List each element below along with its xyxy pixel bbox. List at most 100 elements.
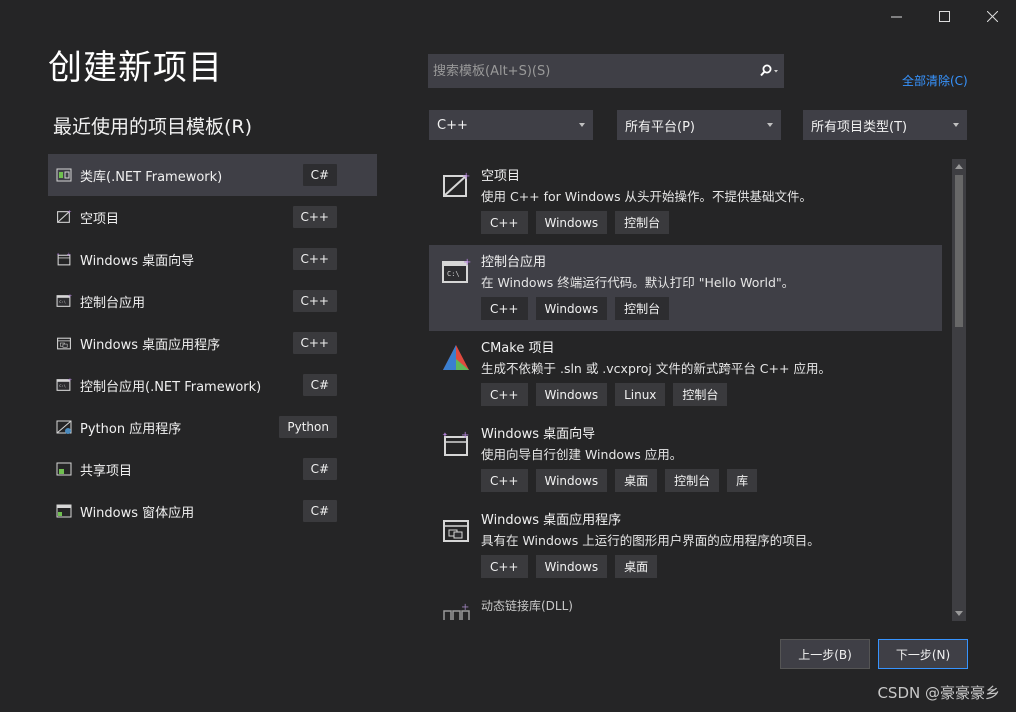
- recent-template-label: 控制台应用: [80, 295, 146, 311]
- recent-template-item[interactable]: 类库(.NET Framework) C#: [48, 154, 377, 196]
- scroll-down-icon[interactable]: [955, 611, 963, 616]
- template-description: 使用向导自行创建 Windows 应用。: [481, 447, 683, 462]
- console-app-icon: C:\ +: [56, 377, 72, 393]
- window-controls: [872, 0, 1016, 32]
- search-icon[interactable]: [753, 55, 783, 87]
- recent-template-label: 类库(.NET Framework): [80, 169, 223, 185]
- svg-text:+: +: [67, 209, 71, 215]
- language-badge: C++: [292, 206, 337, 228]
- template-name: Windows 桌面向导: [481, 427, 596, 442]
- svg-text:C:\: C:\: [447, 270, 460, 278]
- template-tag: C++: [481, 211, 528, 234]
- project-type-filter[interactable]: 所有项目类型(T): [803, 110, 967, 140]
- recent-template-item[interactable]: Python 应用程序 Python: [48, 406, 377, 448]
- chevron-down-icon: [953, 123, 959, 127]
- close-button[interactable]: [968, 0, 1016, 32]
- template-name: 动态链接库(DLL): [481, 599, 573, 613]
- watermark: CSDN @豪豪豪乡: [877, 684, 1000, 702]
- chevron-down-icon: [579, 123, 585, 127]
- console-app-icon: C:\ +: [56, 293, 72, 309]
- template-description: 在 Windows 终端运行代码。默认打印 "Hello World"。: [481, 275, 795, 290]
- template-item[interactable]: Windows 桌面应用程序具有在 Windows 上运行的图形用户界面的应用程…: [429, 503, 942, 589]
- maximize-icon: [938, 10, 950, 22]
- template-tag: Windows: [535, 211, 608, 234]
- recent-template-label: 控制台应用(.NET Framework): [80, 379, 262, 395]
- platform-filter[interactable]: 所有平台(P): [617, 110, 781, 140]
- page-title: 创建新项目: [48, 48, 223, 88]
- class-library-icon: [56, 167, 72, 183]
- template-list-scrollbar[interactable]: [952, 159, 966, 621]
- search-input[interactable]: [429, 55, 753, 87]
- console-app-icon: C:\ +: [441, 257, 471, 287]
- template-description: 使用 C++ for Windows 从头开始操作。不提供基础文件。: [481, 189, 813, 204]
- svg-text:C:\: C:\: [59, 384, 66, 388]
- template-tags: C++ Windows 桌面: [481, 555, 942, 578]
- language-badge: C#: [302, 374, 337, 396]
- dll-icon: +: [441, 601, 471, 620]
- empty-project-icon: +: [56, 209, 72, 225]
- template-tag: C++: [481, 469, 528, 492]
- maximize-button[interactable]: [920, 0, 968, 32]
- scroll-up-icon[interactable]: [955, 164, 963, 169]
- template-tag: Windows: [535, 469, 608, 492]
- language-badge: C#: [302, 164, 337, 186]
- recent-template-item[interactable]: C:\ + 控制台应用 C++: [48, 280, 377, 322]
- close-icon: [986, 10, 998, 22]
- template-tag: Windows: [535, 383, 608, 406]
- recent-template-item[interactable]: 共享项目 C#: [48, 448, 377, 490]
- template-description: 具有在 Windows 上运行的图形用户界面的应用程序的项目。: [481, 533, 820, 548]
- template-name: 控制台应用: [481, 255, 547, 270]
- template-tags: C++ Windows 控制台: [481, 297, 942, 320]
- desktop-wizard-icon: + ✦: [441, 429, 471, 459]
- svg-text:+: +: [67, 252, 71, 258]
- clear-all-link[interactable]: 全部清除(C): [902, 72, 968, 89]
- back-button[interactable]: 上一步(B): [780, 639, 870, 669]
- template-item[interactable]: C:\ + 控制台应用在 Windows 终端运行代码。默认打印 "Hello Wo…: [429, 245, 942, 331]
- minimize-button[interactable]: [872, 0, 920, 32]
- language-badge: C++: [292, 290, 337, 312]
- template-tag: Windows: [535, 297, 608, 320]
- recent-templates-heading: 最近使用的项目模板(R): [53, 116, 253, 138]
- recent-template-item[interactable]: + 空项目 C++: [48, 196, 377, 238]
- project-type-filter-value: 所有项目类型(T): [811, 119, 908, 135]
- scrollbar-thumb[interactable]: [955, 175, 963, 327]
- template-list: + 空项目使用 C++ for Windows 从头开始操作。不提供基础文件。 C+…: [429, 159, 942, 620]
- recent-template-item[interactable]: Windows 桌面应用程序 C++: [48, 322, 377, 364]
- language-badge: C++: [292, 248, 337, 270]
- empty-project-icon: +: [441, 171, 471, 201]
- desktop-app-icon: [441, 515, 471, 545]
- language-badge: C#: [302, 458, 337, 480]
- template-name: 空项目: [481, 169, 521, 184]
- template-tag: 控制台: [615, 211, 670, 234]
- template-item[interactable]: + 动态链接库(DLL): [429, 589, 942, 620]
- template-tag: C++: [481, 297, 528, 320]
- recent-template-label: Windows 窗体应用: [80, 505, 195, 521]
- recent-template-item[interactable]: + ✦ Windows 桌面向导 C++: [48, 238, 377, 280]
- template-item[interactable]: + ✦ Windows 桌面向导使用向导自行创建 Windows 应用。 C++ Win…: [429, 417, 942, 503]
- template-tags: C++ Windows 桌面 控制台库: [481, 469, 942, 492]
- template-tag: Linux: [615, 383, 666, 406]
- shared-project-icon: [56, 461, 72, 477]
- template-tag: 桌面: [615, 555, 658, 578]
- recent-template-item[interactable]: Windows 窗体应用 C#: [48, 490, 377, 532]
- template-tag: 控制台: [665, 469, 720, 492]
- template-item[interactable]: CMake 项目 生成不依赖于 .sln 或 .vcxproj 文件的新式跨平台 …: [429, 331, 942, 417]
- svg-text:+: +: [461, 602, 469, 613]
- search-box[interactable]: [428, 54, 784, 88]
- cmake-icon: [441, 343, 471, 373]
- template-description: 生成不依赖于 .sln 或 .vcxproj 文件的新式跨平台 C++ 应用。: [481, 361, 831, 376]
- recent-template-item[interactable]: C:\ + 控制台应用(.NET Framework) C#: [48, 364, 377, 406]
- next-button[interactable]: 下一步(N): [878, 639, 968, 669]
- template-item[interactable]: + 空项目使用 C++ for Windows 从头开始操作。不提供基础文件。 C+…: [429, 159, 942, 245]
- recent-template-label: Windows 桌面应用程序: [80, 337, 221, 353]
- svg-text:+: +: [462, 171, 470, 182]
- template-tag: 控制台: [673, 383, 728, 406]
- template-name: Windows 桌面应用程序: [481, 513, 622, 528]
- chevron-down-icon: [767, 123, 773, 127]
- minimize-icon: [890, 16, 902, 17]
- platform-filter-value: 所有平台(P): [625, 119, 695, 135]
- desktop-wizard-icon: + ✦: [56, 251, 72, 267]
- recent-template-label: 共享项目: [80, 463, 133, 479]
- svg-text:✦: ✦: [442, 431, 448, 439]
- language-filter[interactable]: C++: [429, 110, 593, 140]
